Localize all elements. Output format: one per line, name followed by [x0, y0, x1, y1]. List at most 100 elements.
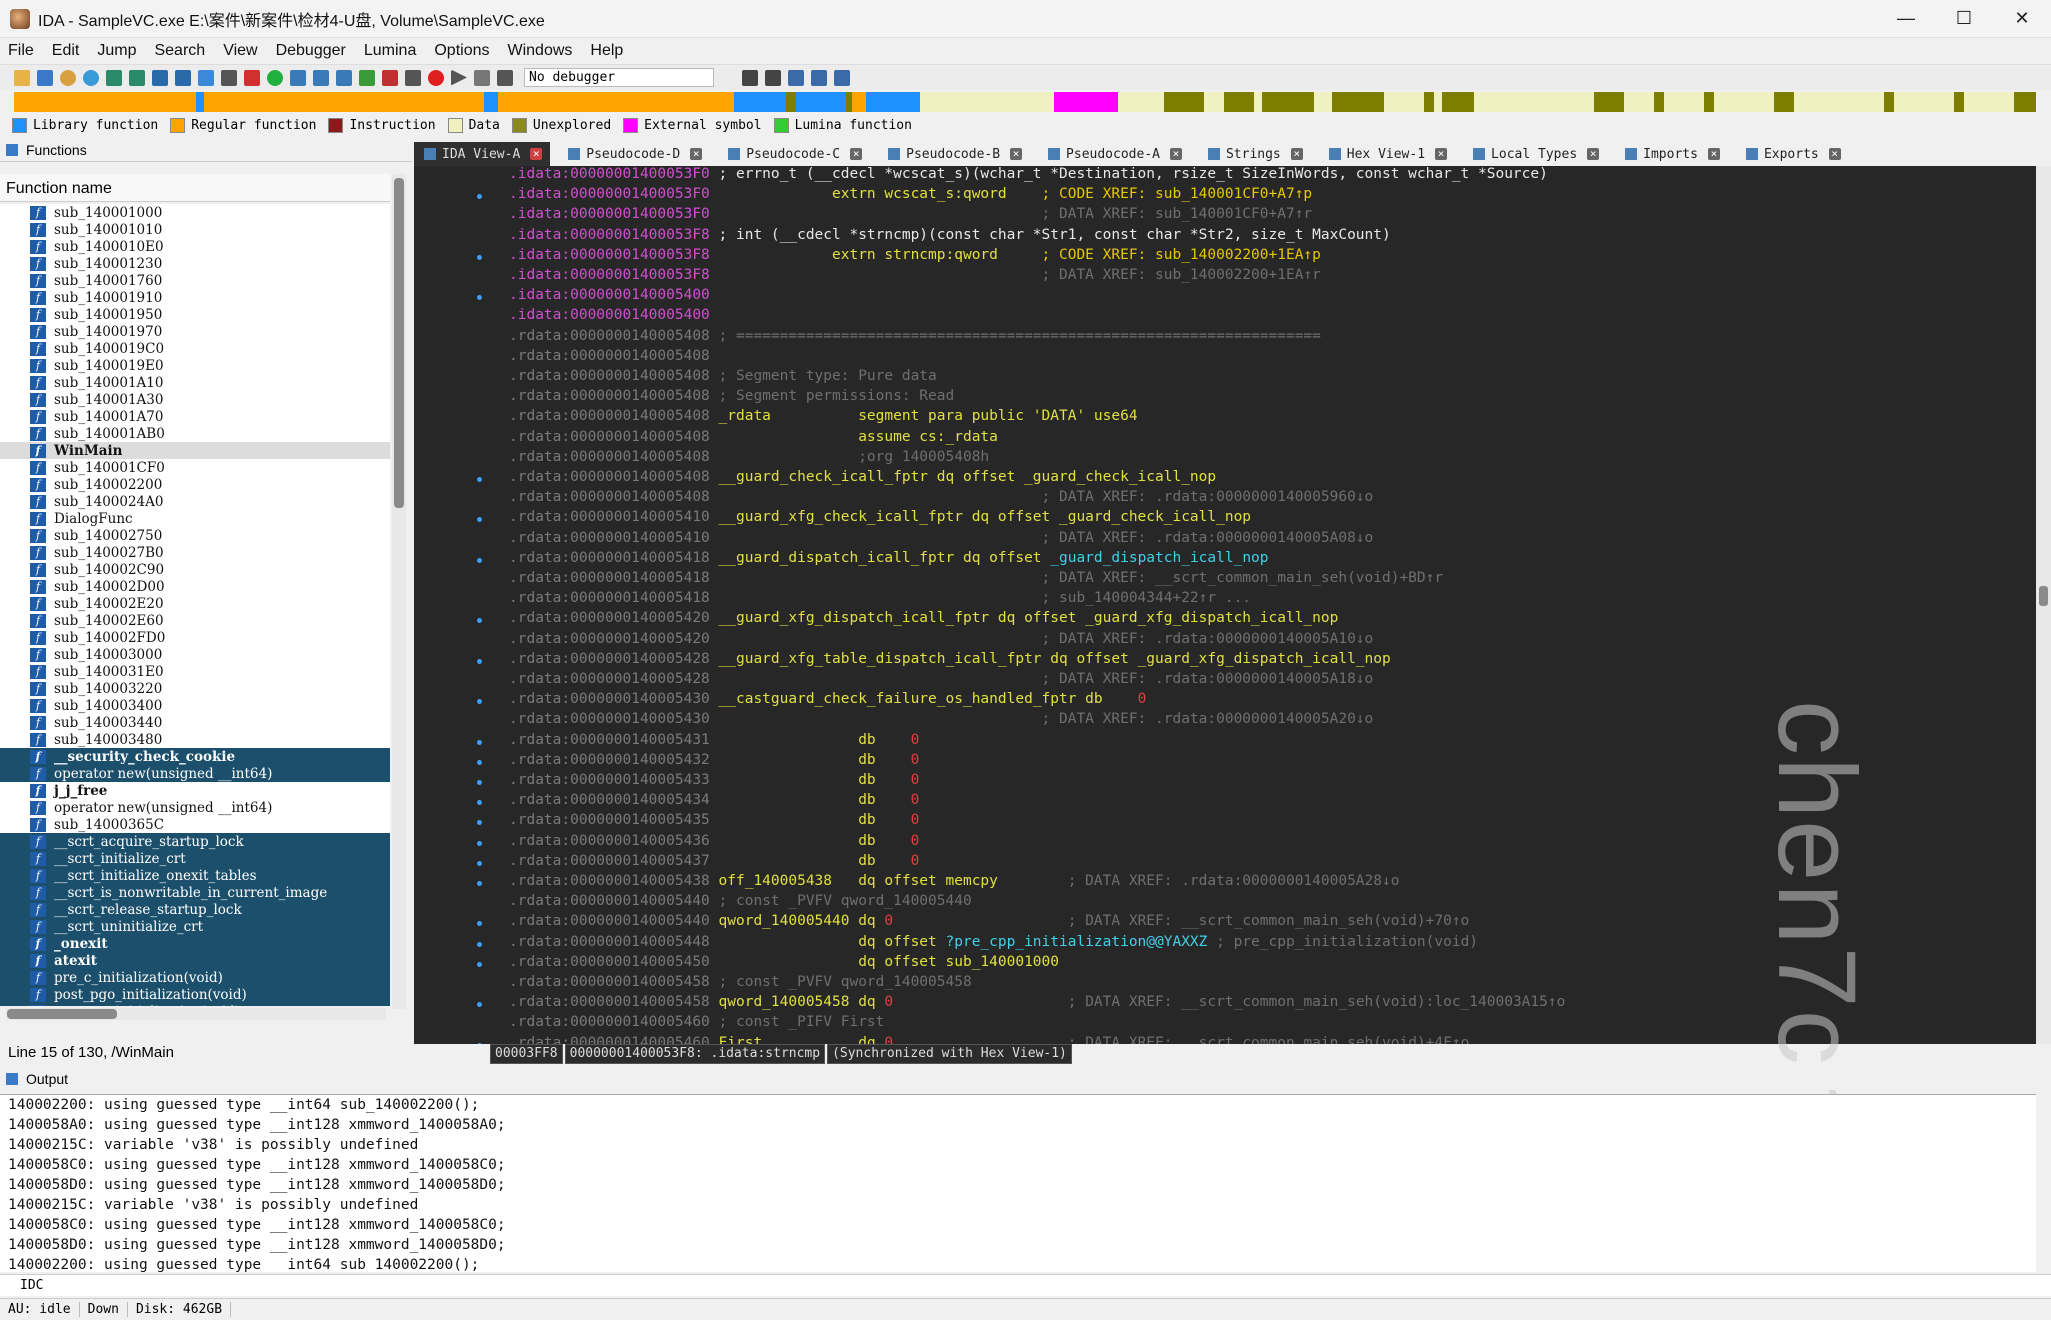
- breakpoint-dot[interactable]: [477, 941, 482, 947]
- tab-close-icon[interactable]: ×: [1169, 148, 1182, 160]
- function-item[interactable]: f sub_140002FD0: [0, 629, 390, 646]
- outdent-icon[interactable]: [834, 69, 850, 86]
- breakpoint-dot[interactable]: [477, 477, 482, 482]
- disasm-line[interactable]: .idata:0000000140005400: [509, 285, 710, 305]
- breakpoint-dot[interactable]: [477, 881, 482, 886]
- function-item[interactable]: f __scrt_acquire_startup_lock: [0, 833, 390, 850]
- tab-close-icon[interactable]: ×: [1707, 148, 1720, 160]
- jump-icon[interactable]: [198, 69, 214, 86]
- function-item[interactable]: f j_j_free: [0, 782, 390, 799]
- tab-hex-view-1[interactable]: Hex View-1 ×: [1319, 142, 1455, 166]
- disasm-line[interactable]: .rdata:0000000140005458 ; const _PVFV qw…: [509, 972, 972, 992]
- func-icon[interactable]: [290, 69, 306, 86]
- disasm-line[interactable]: .rdata:0000000140005408 ; ==============…: [509, 326, 1321, 346]
- tab-close-icon[interactable]: ×: [530, 148, 543, 160]
- disasm-line[interactable]: .rdata:0000000140005430 ; DATA XREF: .rd…: [509, 709, 1373, 729]
- disasm-line[interactable]: .rdata:0000000140005420 __guard_xfg_disp…: [509, 608, 1338, 628]
- struct-icon[interactable]: [152, 69, 168, 86]
- disasm-line[interactable]: .rdata:0000000140005438 off_140005438 dq…: [509, 871, 1399, 891]
- breakpoint-dot[interactable]: [477, 194, 482, 200]
- function-item[interactable]: f sub_1400019E0: [0, 357, 390, 374]
- disasm-line[interactable]: .rdata:0000000140005460 ; const _PIFV Fi…: [509, 1012, 884, 1032]
- disasm-line[interactable]: .rdata:0000000140005418 __guard_dispatch…: [509, 548, 1269, 568]
- tab-strings[interactable]: Strings ×: [1198, 142, 1311, 166]
- disasm-line[interactable]: .rdata:0000000140005418 ; DATA XREF: __s…: [509, 568, 1443, 588]
- hscroll-thumb[interactable]: [7, 1009, 117, 1019]
- function-item[interactable]: f sub_140003220: [0, 680, 390, 697]
- breakpoint-dot[interactable]: [477, 254, 482, 260]
- disasm-line[interactable]: .rdata:0000000140005408 ; DATA XREF: .rd…: [509, 487, 1373, 507]
- function-item[interactable]: f sub_140001A10: [0, 374, 390, 391]
- code-scroll-thumb[interactable]: [2039, 586, 2048, 606]
- menu-help[interactable]: Help: [590, 42, 623, 60]
- undefine-icon[interactable]: [313, 69, 329, 86]
- disasm-line[interactable]: .rdata:0000000140005408 assume cs:_rdata: [509, 427, 998, 447]
- function-item[interactable]: f sub_140002750: [0, 527, 390, 544]
- disasm-line[interactable]: .rdata:0000000140005431 db 0: [509, 730, 919, 750]
- disasm-line[interactable]: .rdata:0000000140005458 qword_140005458 …: [509, 992, 1565, 1012]
- functions-hscrollbar[interactable]: [6, 1008, 386, 1020]
- menu-jump[interactable]: Jump: [97, 42, 136, 60]
- disasm-line[interactable]: .rdata:0000000140005408 ; Segment permis…: [509, 386, 954, 406]
- breakpoint-icon[interactable]: [382, 69, 398, 86]
- disasm-line[interactable]: .rdata:0000000140005460 First dq 0 ; DAT…: [509, 1033, 1469, 1044]
- function-item[interactable]: f sub_140001970: [0, 323, 390, 340]
- list-icon[interactable]: [788, 69, 804, 86]
- disasm-line[interactable]: .rdata:0000000140005440 qword_140005440 …: [509, 911, 1469, 931]
- disasm-line[interactable]: .rdata:0000000140005410 __guard_xfg_chec…: [509, 507, 1251, 527]
- function-item[interactable]: f WinMain: [0, 442, 390, 459]
- breakpoint-dot[interactable]: [477, 759, 482, 765]
- function-item[interactable]: f __scrt_uninitialize_crt: [0, 918, 390, 935]
- tab-imports[interactable]: Imports ×: [1615, 142, 1728, 166]
- search-icon[interactable]: [175, 69, 191, 86]
- disasm-line[interactable]: .rdata:0000000140005420 ; DATA XREF: .rd…: [509, 629, 1373, 649]
- function-item[interactable]: f sub_140001950: [0, 306, 390, 323]
- function-item[interactable]: f sub_140002E20: [0, 595, 390, 612]
- menu-options[interactable]: Options: [434, 42, 489, 60]
- menu-search[interactable]: Search: [154, 42, 205, 60]
- disasm-line[interactable]: .rdata:0000000140005410 ; DATA XREF: .rd…: [509, 528, 1373, 548]
- function-item[interactable]: f __scrt_initialize_onexit_tables: [0, 867, 390, 884]
- disasm-line[interactable]: .rdata:0000000140005428 ; DATA XREF: .rd…: [509, 669, 1373, 689]
- function-item[interactable]: f sub_140002C90: [0, 561, 390, 578]
- disasm-line[interactable]: .rdata:0000000140005432 db 0: [509, 750, 919, 770]
- function-item[interactable]: f sub_140002E60: [0, 612, 390, 629]
- menu-windows[interactable]: Windows: [507, 42, 572, 60]
- breakpoint-dot[interactable]: [477, 658, 482, 664]
- function-item[interactable]: f sub_140003400: [0, 697, 390, 714]
- function-item[interactable]: f sub_140001760: [0, 272, 390, 289]
- attach-icon[interactable]: [742, 69, 758, 86]
- function-item[interactable]: f __scrt_is_nonwritable_in_current_image: [0, 884, 390, 901]
- function-item[interactable]: f sub_140001AB0: [0, 425, 390, 442]
- tab-pseudocode-c[interactable]: Pseudocode-C ×: [718, 142, 870, 166]
- disasm-line[interactable]: .rdata:0000000140005418 ; sub_140004344+…: [509, 588, 1251, 608]
- tab-close-icon[interactable]: ×: [1290, 148, 1303, 160]
- function-item[interactable]: f sub_140003000: [0, 646, 390, 663]
- breakpoint-dot[interactable]: [477, 1002, 482, 1008]
- menu-view[interactable]: View: [223, 42, 257, 60]
- menu-lumina[interactable]: Lumina: [364, 42, 416, 60]
- tab-close-icon[interactable]: ×: [1828, 148, 1841, 160]
- scroll-thumb[interactable]: [394, 178, 404, 508]
- disasm-line[interactable]: .rdata:0000000140005430 __castguard_chec…: [509, 689, 1146, 709]
- function-item[interactable]: f __scrt_release_startup_lock: [0, 901, 390, 918]
- function-item[interactable]: f sub_140002200: [0, 476, 390, 493]
- tab-close-icon[interactable]: ×: [850, 148, 863, 160]
- pause-icon[interactable]: [474, 69, 490, 86]
- breakpoint-dot[interactable]: [477, 699, 482, 705]
- function-item[interactable]: f post_pgo_initialization(void): [0, 986, 390, 1003]
- function-item[interactable]: f sub_140002D00: [0, 578, 390, 595]
- hex-icon[interactable]: [129, 69, 145, 86]
- breakpoint-dot[interactable]: [477, 1042, 482, 1044]
- function-item[interactable]: f operator new(unsigned __int64): [0, 799, 390, 816]
- function-item[interactable]: f sub_1400027B0: [0, 544, 390, 561]
- array-icon[interactable]: [336, 69, 352, 86]
- breakpoint-dot[interactable]: [477, 860, 482, 866]
- disasm-line[interactable]: .rdata:0000000140005408 __guard_check_ic…: [509, 467, 1216, 487]
- breakpoint-dot[interactable]: [477, 780, 482, 785]
- disasm-line[interactable]: .rdata:0000000140005450 dq offset sub_14…: [509, 952, 1059, 972]
- function-item[interactable]: f operator new(unsigned __int64): [0, 765, 390, 782]
- maximize-button[interactable]: ☐: [1935, 0, 1993, 38]
- function-item[interactable]: f sub_1400031E0: [0, 663, 390, 680]
- tab-pseudocode-b[interactable]: Pseudocode-B ×: [878, 142, 1030, 166]
